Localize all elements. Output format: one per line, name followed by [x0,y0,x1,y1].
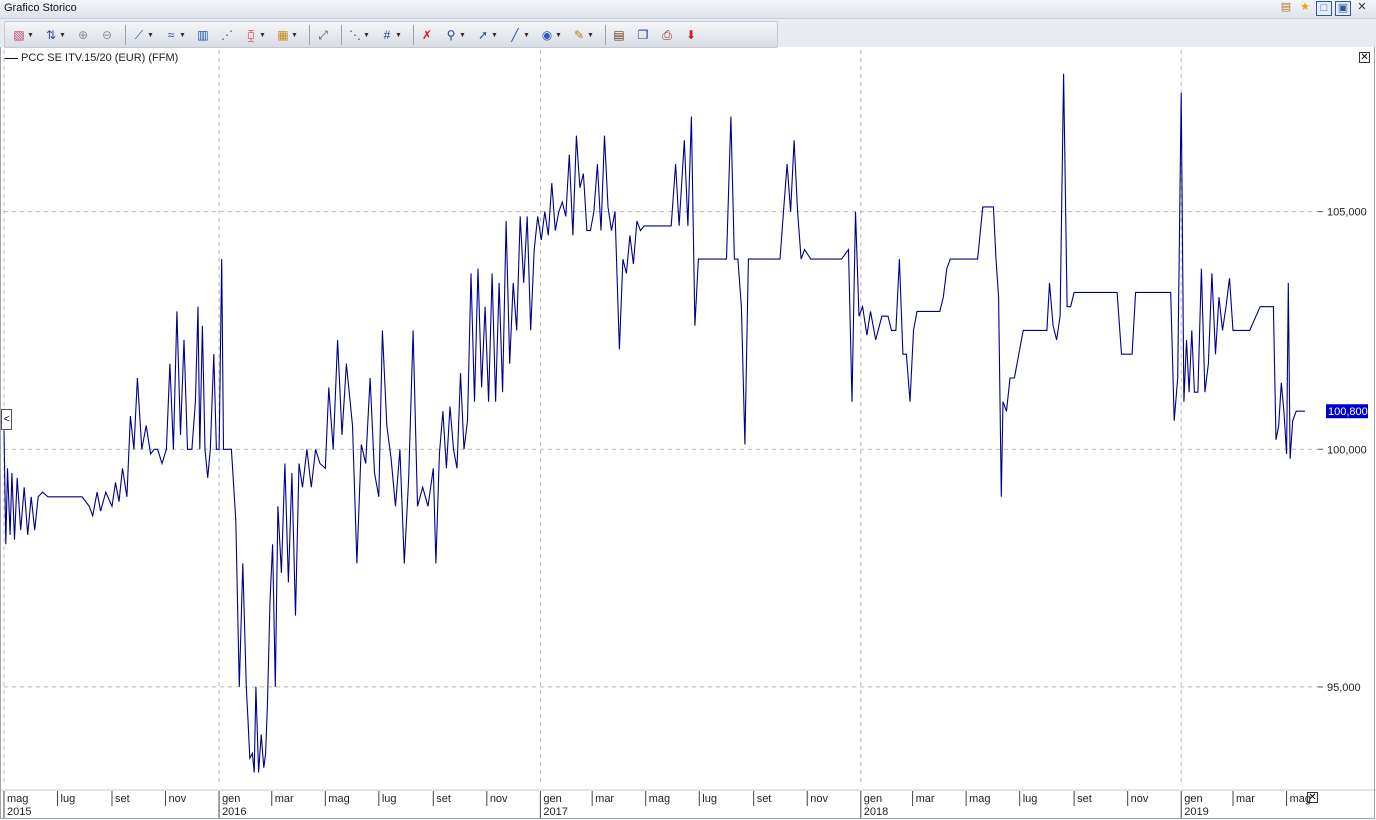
close-axis-icon[interactable]: ✕ [1307,792,1318,803]
x-tick-label: set [115,793,130,805]
y-tick-label: 95,000 [1327,682,1361,694]
x-tick-label: set [436,793,451,805]
x-tick-label: lug [702,793,717,805]
x-tick-label: set [1077,793,1092,805]
x-tick-label: lug [61,793,76,805]
x-tick-label: mag [7,793,28,805]
x-tick-label: nov [1131,793,1149,805]
x-tick-label: nov [810,793,828,805]
y-tick-label: 100,000 [1327,444,1367,456]
last-value-label: 100,800 [1328,406,1368,418]
x-tick-label: nov [169,793,187,805]
x-tick-label: set [757,793,772,805]
chart-series-layer [3,73,1305,773]
x-tick-label: gen [222,793,240,805]
x-axis: mag2015lug set nov gen2016mar mag lug set nov ge… [0,789,1376,818]
y-tick-label: 105,000 [1327,207,1367,219]
x-year-label: 2015 [7,806,31,818]
x-tick-label: mar [275,793,294,805]
scroll-left-handle[interactable]: < [1,409,12,430]
chart-grid [3,50,1318,782]
x-tick-label: mag [328,793,349,805]
x-tick-label: mag [649,793,670,805]
x-year-label: 2016 [222,806,246,818]
x-year-label: 2019 [1184,806,1208,818]
x-tick-label: lug [382,793,397,805]
y-axis: 95,000 100,000 105,000 100,800 [1318,207,1368,694]
x-tick-label: gen [543,793,561,805]
x-tick-label: lug [1023,793,1038,805]
x-tick-label: mag [969,793,990,805]
x-year-label: 2017 [543,806,567,818]
x-tick-label: mar [595,793,614,805]
x-year-label: 2018 [864,806,888,818]
price-series-line [3,73,1305,773]
close-chart-icon[interactable]: ✕ [1359,52,1370,63]
x-tick-label: nov [490,793,508,805]
x-tick-label: gen [864,793,882,805]
x-tick-label: gen [1184,793,1202,805]
price-chart[interactable]: 95,000100,000105,000100,800 mag2015lug se… [0,0,1376,820]
x-tick-label: mar [1236,793,1255,805]
x-tick-label: mar [916,793,935,805]
